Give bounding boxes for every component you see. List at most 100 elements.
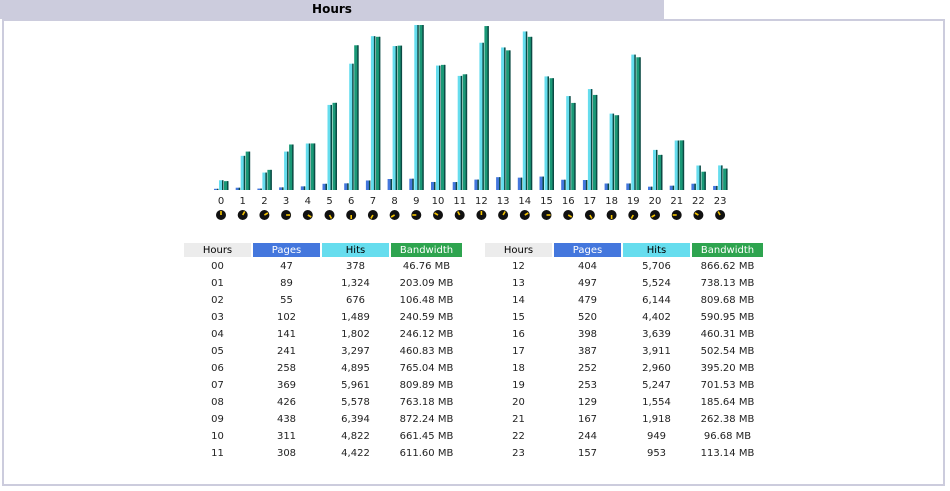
cell-bandwidth: 809.68 MB (700, 294, 755, 306)
cell-bandwidth: 240.59 MB (399, 311, 454, 323)
bar-hits-shade (265, 172, 267, 190)
x-tick-label: 3 (283, 196, 289, 207)
x-tick-label: 13 (497, 196, 510, 207)
hours-bar-chart: 0 1 2 3 4 5 6 7 8 9 10 11 12 13 14 15 16 17 18 19 20 21 22 23 (214, 25, 728, 220)
bar-pages-shade (282, 187, 284, 190)
bar-hits-shade (634, 54, 636, 190)
bar-hits-shade (590, 89, 593, 190)
cell-bandwidth: 611.60 MB (399, 447, 454, 459)
bar-pages-shade (694, 183, 696, 190)
table-row: 07 369 5,961 809.89 MB (184, 377, 462, 393)
x-tick-label: 2 (261, 196, 267, 207)
cell-bandwidth: 809.89 MB (399, 379, 454, 391)
cell-pages: 369 (276, 379, 297, 391)
cell-bandwidth: 96.68 MB (703, 430, 752, 442)
cell-hits: 3,911 (642, 345, 671, 357)
bar-bandwidth-shade (313, 143, 316, 190)
header-hours: Hours (485, 243, 552, 257)
x-tick-label: 23 (714, 196, 727, 207)
cell-hits: 4,822 (341, 430, 370, 442)
cell-hits: 4,402 (642, 311, 671, 323)
bar-hits-shade (699, 165, 701, 190)
cell-pages: 167 (577, 413, 598, 425)
cell-hits: 1,802 (341, 328, 370, 340)
cell-hour: 21 (512, 413, 525, 425)
bar-bandwidth-shade (270, 169, 272, 190)
cell-hour: 10 (211, 430, 224, 442)
table-row: 17 387 3,911 502.54 MB (485, 343, 763, 359)
x-tick-label: 18 (605, 196, 618, 207)
cell-hits: 1,489 (341, 311, 370, 323)
x-tick-label: 21 (670, 196, 683, 207)
bar-pages-shade (325, 183, 327, 190)
cell-pages: 244 (577, 430, 598, 442)
bar-hits-shade (417, 25, 419, 190)
cell-bandwidth: 46.76 MB (402, 260, 451, 272)
cell-bandwidth: 460.83 MB (399, 345, 454, 357)
table-row: 13 497 5,524 738.13 MB (485, 275, 763, 291)
bar-pages-shade (260, 188, 262, 190)
bar-bandwidth-shade (465, 74, 468, 190)
cell-hour: 19 (512, 379, 525, 391)
header-bandwidth: Bandwidth (692, 243, 763, 257)
x-tick-label: 15 (540, 196, 553, 207)
cell-hits: 5,706 (642, 260, 671, 272)
cell-hits: 5,578 (341, 396, 370, 408)
cell-hour: 08 (211, 396, 224, 408)
hours-table-right: Hours Pages Hits Bandwidth 12 404 5,706 866… (483, 242, 765, 462)
cell-hits: 2,960 (642, 362, 671, 374)
cell-hits: 1,918 (642, 413, 671, 425)
cell-bandwidth: 262.38 MB (700, 413, 755, 425)
x-tick-label: 19 (627, 196, 640, 207)
bar-pages-shade (629, 183, 631, 190)
cell-bandwidth: 661.45 MB (399, 430, 454, 442)
bar-bandwidth-shade (422, 25, 424, 190)
cell-hour: 03 (211, 311, 224, 323)
cell-pages: 89 (280, 277, 293, 289)
cell-bandwidth: 765.04 MB (399, 362, 454, 374)
cell-hour: 07 (211, 379, 224, 391)
cell-pages: 520 (577, 311, 598, 323)
bar-hits-shade (482, 42, 484, 190)
cell-hour: 20 (512, 396, 525, 408)
bar-pages-shade (672, 185, 675, 190)
table-row: 02 55 676 106.48 MB (184, 292, 462, 308)
table-row: 09 438 6,394 872.24 MB (184, 411, 462, 427)
bar-bandwidth-shade (639, 57, 641, 190)
cell-hits: 953 (646, 447, 667, 459)
table-row: 01 89 1,324 203.09 MB (184, 275, 462, 291)
bar-bandwidth-shade (574, 102, 576, 190)
cell-hour: 05 (211, 345, 224, 357)
cell-hits: 3,297 (341, 345, 370, 357)
cell-hits: 4,422 (341, 447, 370, 459)
bar-pages-shade (303, 186, 306, 190)
cell-bandwidth: 203.09 MB (399, 277, 454, 289)
cell-bandwidth: 763.18 MB (399, 396, 454, 408)
table-row: 10 311 4,822 661.45 MB (184, 428, 462, 444)
bar-hits-shade (352, 63, 354, 190)
cell-hour: 04 (211, 328, 224, 340)
cell-pages: 47 (280, 260, 293, 272)
cell-hits: 5,524 (642, 277, 671, 289)
cell-pages: 252 (577, 362, 598, 374)
bar-hits-shade (612, 113, 615, 190)
table-row: 03 102 1,489 240.59 MB (184, 309, 462, 325)
bar-hits-shade (677, 140, 680, 190)
bar-bandwidth-shade (509, 50, 511, 190)
header-pages: Pages (554, 243, 621, 257)
cell-hits: 676 (345, 294, 366, 306)
cell-hour: 11 (211, 447, 224, 459)
table-row: 04 141 1,802 246.12 MB (184, 326, 462, 342)
bar-hits-shade (243, 155, 246, 190)
bar-pages-shade (564, 179, 566, 190)
cell-hits: 3,639 (642, 328, 671, 340)
x-tick-label: 16 (562, 196, 575, 207)
cell-hour: 13 (512, 277, 525, 289)
x-tick-label: 0 (218, 196, 224, 207)
table-row: 05 241 3,297 460.83 MB (184, 343, 462, 359)
bar-pages-shade (716, 185, 718, 190)
cell-bandwidth: 866.62 MB (700, 260, 755, 272)
bar-bandwidth-shade (726, 168, 728, 190)
x-tick-label: 20 (649, 196, 662, 207)
bar-pages-shade (520, 177, 523, 190)
